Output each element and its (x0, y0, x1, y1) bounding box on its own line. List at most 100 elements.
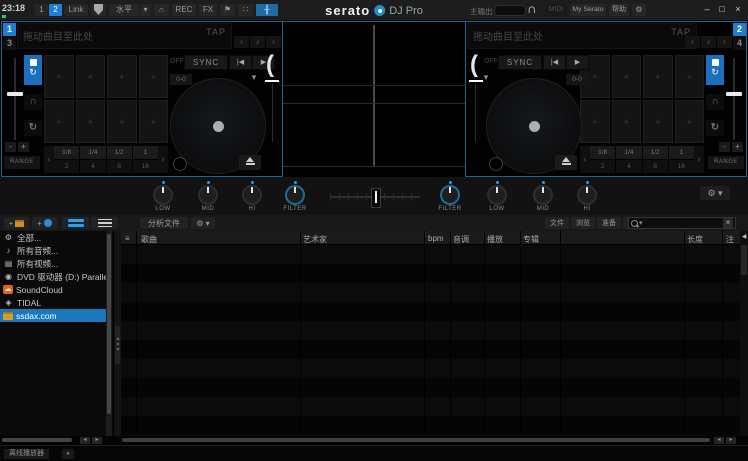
nav-next-button[interactable]: › (266, 36, 281, 48)
track-list-empty[interactable] (121, 245, 740, 436)
eject-button[interactable] (239, 155, 261, 170)
eject-button[interactable] (555, 155, 577, 170)
hot-cue-pad[interactable]: + (643, 100, 673, 143)
hot-cue-pad[interactable]: + (44, 100, 74, 143)
hot-cue-pad[interactable]: + (76, 55, 106, 98)
range-button[interactable]: RANGE (708, 156, 744, 169)
nav-note-button[interactable]: ♪ (250, 36, 265, 48)
search-input[interactable] (643, 218, 723, 229)
sync-button[interactable]: SYNC (184, 55, 228, 70)
deck2-select-button[interactable]: 2 (733, 23, 746, 36)
deck1-select-button[interactable]: 1 (3, 23, 16, 36)
sync-button[interactable]: SYNC (498, 55, 542, 70)
my-serato-button[interactable]: My Serato (570, 4, 606, 16)
cue-return-button[interactable]: |◀ (543, 55, 566, 70)
pitch-slider-handle[interactable] (265, 80, 279, 82)
hot-cue-pad[interactable]: + (44, 55, 74, 98)
hot-cue-pad[interactable]: + (612, 55, 642, 98)
filter-funnel-icon[interactable]: ▼ (482, 73, 490, 82)
eq-hi-knob-right[interactable]: HI (565, 181, 609, 212)
hot-cue-pad[interactable]: + (76, 100, 106, 143)
eq-low-knob-left[interactable]: LOW (141, 181, 185, 212)
eq-hi-knob-left[interactable]: HI (230, 181, 274, 212)
loop-size-button[interactable]: 1/2 (107, 146, 132, 159)
sidebar-scrollbar[interactable] (106, 231, 112, 436)
cue-mode-button[interactable]: ↻ (706, 55, 724, 85)
analyze-files-button[interactable]: 分析文件 (140, 217, 188, 229)
display-mode-caret[interactable]: ▾ (140, 4, 151, 16)
sync-off-button[interactable]: OFF (484, 58, 498, 65)
library-scrollbar-handle[interactable] (115, 326, 120, 364)
library-scrollbar-right[interactable]: ◀ (740, 231, 748, 436)
loop-size-button[interactable]: 1/4 (616, 146, 641, 159)
tap-tempo-button[interactable]: TAP (206, 27, 226, 37)
play-button[interactable]: ▶ (566, 55, 589, 70)
loop-size-button[interactable]: 16 (133, 160, 158, 173)
eq-low-knob-right[interactable]: LOW (475, 181, 519, 212)
column-length[interactable]: 长度 (687, 234, 703, 245)
loop-size-button[interactable]: 1/4 (80, 146, 105, 159)
sidebar-hscroll-handle[interactable] (2, 438, 72, 442)
library-settings-button[interactable]: ⚙▾ (191, 217, 215, 229)
tempo-fader-handle[interactable] (7, 92, 23, 96)
nav-next-button[interactable]: › (717, 36, 732, 48)
restore-button[interactable]: □ (715, 3, 729, 16)
midi-button[interactable]: MIDI (545, 4, 567, 16)
range-minus-button[interactable]: - (719, 142, 730, 152)
status-column-icon[interactable]: ≡ (125, 234, 130, 243)
deck-layout-2-button[interactable]: 2 (49, 4, 62, 16)
cue-mode-button[interactable]: ↻ (24, 55, 42, 85)
scroll-left-icon[interactable]: ◀ (740, 233, 748, 240)
add-crate-button[interactable]: + (4, 217, 29, 229)
loop-size-button[interactable]: 1/8 (590, 146, 615, 159)
prepare-panel-button[interactable]: 准备 (597, 217, 621, 229)
view-horizontal-button[interactable] (62, 217, 89, 229)
tempo-fader-handle[interactable] (726, 92, 742, 96)
browse-panel-button[interactable]: 浏览 (571, 217, 595, 229)
slip-button[interactable] (489, 157, 503, 171)
display-mode-select[interactable]: 水平 (109, 4, 139, 16)
sidebar-item-all[interactable]: ⚙ 全部... (0, 231, 106, 244)
mixer-settings-button[interactable]: ⚙ ▾ (700, 186, 730, 200)
slip-button[interactable] (173, 157, 187, 171)
loop-size-button[interactable]: 1 (133, 146, 158, 159)
headphone-cue-button[interactable]: ∩ (24, 94, 42, 110)
track-title-area[interactable]: 拖动曲目至此处 TAP (17, 23, 232, 49)
nav-prev-button[interactable]: ‹ (234, 36, 249, 48)
search-box[interactable]: ▾ × (628, 217, 736, 229)
sidebar-scrollbar-handle[interactable] (107, 234, 111, 414)
status-record-icon[interactable]: ● (62, 449, 74, 459)
link-button[interactable]: Link (64, 4, 88, 16)
sampler-button[interactable]: ⚑ (220, 4, 235, 16)
sidebar-item-all-video[interactable]: ▤ 所有视频... (0, 257, 106, 270)
loop-size-button[interactable]: 8 (107, 160, 132, 173)
rec-button[interactable]: REC (172, 4, 196, 16)
view-list-button[interactable] (91, 217, 118, 229)
filter-funnel-icon[interactable]: ▼ (250, 73, 258, 82)
sidebar-scroll-right-button[interactable]: ▸ (92, 437, 102, 444)
loop-size-button[interactable]: 1/8 (54, 146, 79, 159)
beatjump-button[interactable]: 0-0 (170, 74, 192, 85)
column-bpm[interactable]: bpm (428, 234, 444, 243)
hot-cue-pad[interactable]: + (107, 55, 137, 98)
dvs-shield-button[interactable] (91, 4, 106, 16)
loop-mode-button[interactable]: ↻ (706, 120, 724, 136)
library-scroll-right-button[interactable]: ▸ (726, 437, 736, 444)
hot-cue-pad[interactable]: + (675, 100, 705, 143)
library-scrollbar-right-handle[interactable] (741, 245, 747, 275)
hot-cue-pad[interactable]: + (139, 100, 169, 143)
sync-off-button[interactable]: OFF (170, 58, 184, 65)
loop-halve-button[interactable]: ‹ (580, 146, 590, 173)
range-plus-button[interactable]: + (732, 142, 743, 152)
range-minus-button[interactable]: - (5, 142, 16, 152)
deck4-select-button[interactable]: 4 (733, 37, 746, 50)
minimize-button[interactable]: – (700, 3, 714, 16)
crossfader-handle[interactable] (371, 188, 381, 208)
loop-size-button[interactable]: 4 (616, 160, 641, 173)
sidebar-item-ssdax[interactable]: ssdax.com (0, 309, 106, 322)
library-scroll-left-button[interactable]: ◂ (714, 437, 724, 444)
sidebar-item-soundcloud[interactable]: ☁ SoundCloud (0, 283, 106, 296)
nav-note-button[interactable]: ♪ (701, 36, 716, 48)
library-scrollbar-left[interactable] (114, 231, 121, 436)
loop-size-button[interactable]: 16 (669, 160, 694, 173)
